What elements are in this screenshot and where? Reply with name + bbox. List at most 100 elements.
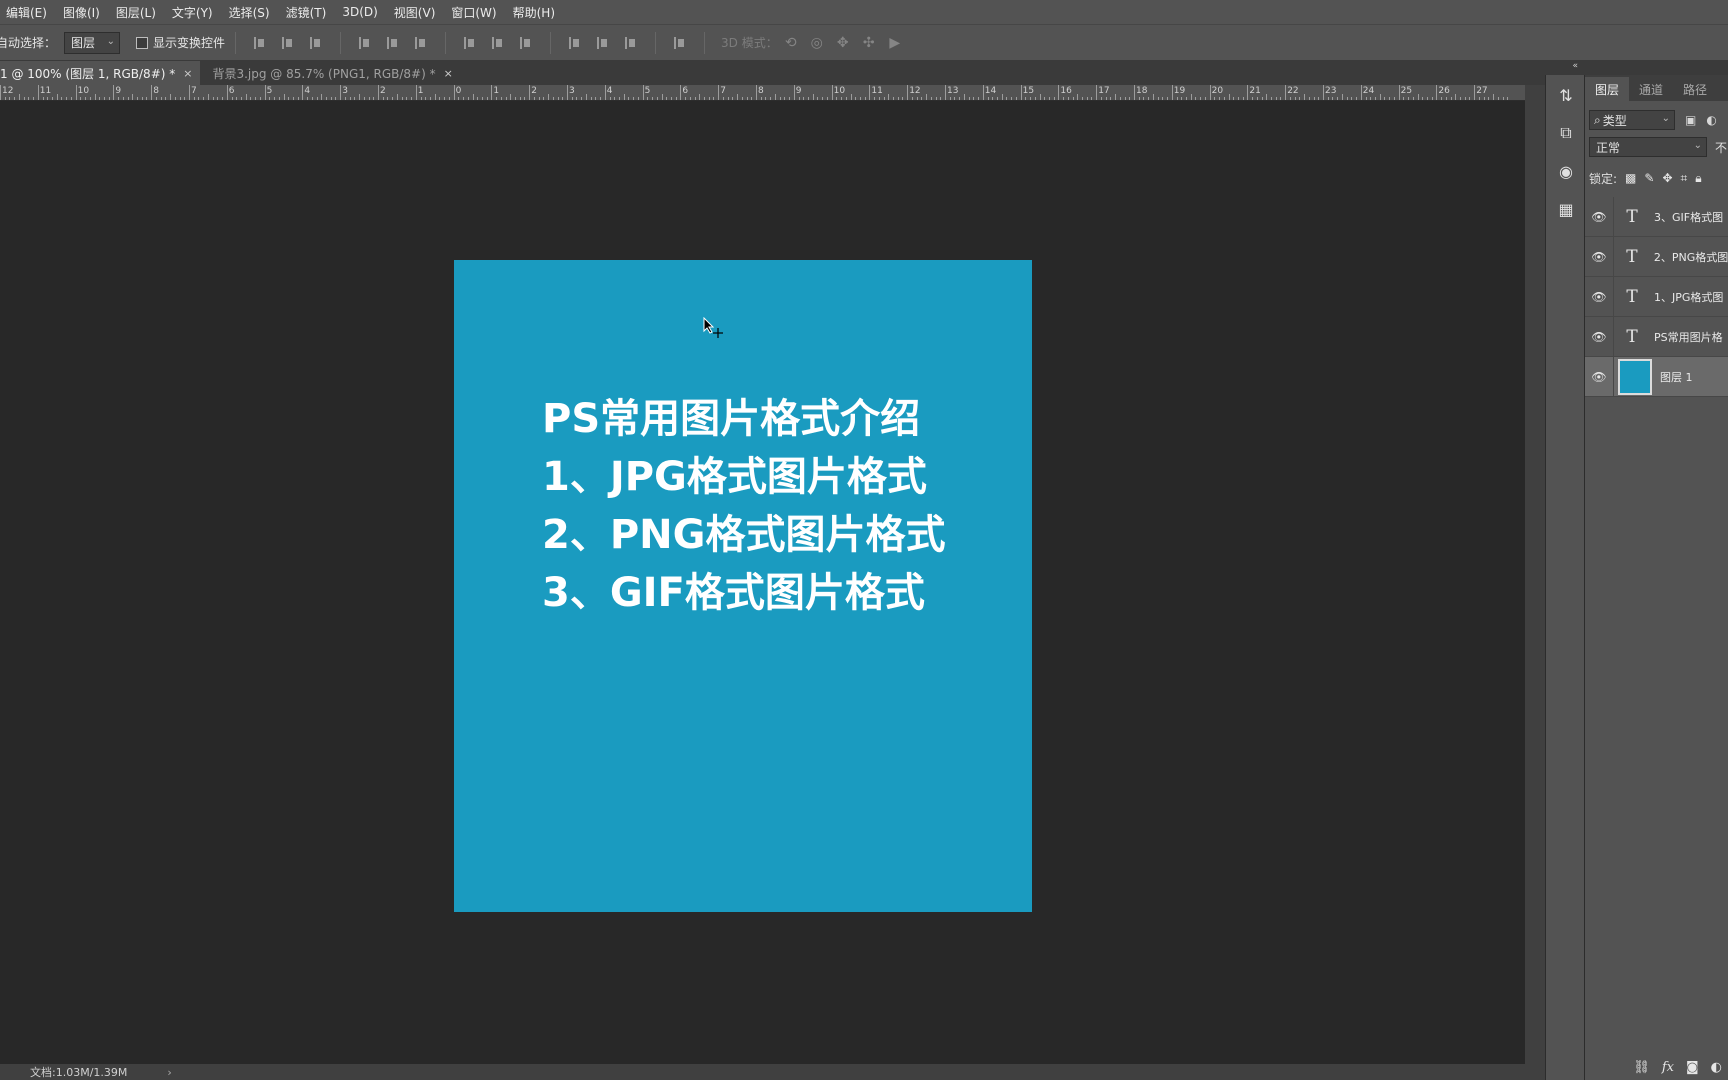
status-menu-arrow[interactable]: › — [167, 1066, 171, 1079]
distribute-right-icon[interactable] — [623, 35, 639, 51]
ruler-label: 5 — [644, 86, 651, 96]
visibility-eye-icon[interactable]: 👁︎ — [1585, 290, 1613, 304]
adjustment-layer-icon[interactable]: ◐ — [1711, 1060, 1722, 1075]
menu-image[interactable]: 图像(I) — [63, 4, 100, 21]
menu-select[interactable]: 选择(S) — [229, 4, 270, 21]
menu-3d[interactable]: 3D(D) — [342, 5, 377, 19]
ruler-tick — [576, 97, 578, 100]
lock-position-icon[interactable]: ✥ — [1662, 171, 1672, 185]
horizontal-ruler[interactable]: 12 11 10 9 8 7 6 5 4 3 2 1 0 1 2 3 4 5 6 7 8 9 10 11 12 13 14 15 16 1… — [0, 85, 1525, 101]
menu-view[interactable]: 视图(V) — [394, 4, 436, 21]
tab-paths[interactable]: 路径 — [1673, 77, 1717, 101]
layer-name[interactable]: 3、GIF格式图 — [1654, 209, 1723, 225]
visibility-eye-icon[interactable]: 👁︎ — [1585, 370, 1613, 384]
mask-icon[interactable]: ◙ — [1686, 1060, 1699, 1075]
layer-row[interactable]: 👁︎ T 2、PNG格式图 — [1585, 236, 1728, 277]
align-top-icon[interactable] — [252, 35, 268, 51]
menu-layer[interactable]: 图层(L) — [116, 4, 156, 21]
close-icon[interactable]: × — [183, 67, 192, 80]
ruler-tick — [66, 97, 68, 100]
image-filter-icon[interactable]: ▣ — [1685, 113, 1696, 127]
layer-name[interactable]: 图层 1 — [1660, 369, 1693, 385]
layer-row-selected[interactable]: 👁︎ 图层 1 — [1585, 356, 1728, 397]
ruler-tick — [982, 85, 984, 100]
layer-filter-dropdown[interactable]: ⌕ 类型 ⌄ — [1589, 110, 1675, 130]
align-hcenter-icon[interactable] — [385, 35, 401, 51]
ruler-tick — [1341, 94, 1343, 100]
close-icon[interactable]: × — [444, 67, 453, 80]
layer-name[interactable]: 1、JPG格式图 — [1654, 289, 1723, 305]
ruler-tick — [850, 94, 852, 100]
align-vcenter-icon[interactable] — [280, 35, 296, 51]
document-canvas[interactable]: PS常用图片格式介绍 1、JPG格式图片格式 2、PNG格式图片格式 3、GIF… — [454, 260, 1032, 912]
link-layers-icon[interactable]: ⛓︎ — [1633, 1060, 1650, 1075]
layer-name[interactable]: 2、PNG格式图 — [1654, 249, 1728, 265]
show-transform-checkbox[interactable] — [136, 36, 149, 49]
align-bottom-icon[interactable] — [308, 35, 324, 51]
tab-layers[interactable]: 图层 — [1585, 77, 1630, 101]
menu-type[interactable]: 文字(Y) — [172, 4, 213, 21]
ruler-tick — [907, 85, 909, 100]
blend-mode-dropdown[interactable]: 正常 ⌄ — [1589, 137, 1707, 157]
menu-edit[interactable]: 编辑(E) — [6, 4, 47, 21]
visibility-eye-icon[interactable]: 👁︎ — [1585, 250, 1613, 264]
distribute-top-icon[interactable] — [462, 35, 478, 51]
tab-document-2[interactable]: 背景3.jpg @ 85.7% (PNG1, RGB/8#) * × — [200, 61, 460, 85]
layer-row[interactable]: 👁︎ T 1、JPG格式图 — [1585, 276, 1728, 317]
distribute-bottom-icon[interactable] — [518, 35, 534, 51]
menu-help[interactable]: 帮助(H) — [513, 4, 555, 21]
ruler-tick — [1502, 97, 1504, 100]
auto-select-dropdown[interactable]: 图层 ⌄ — [64, 31, 121, 54]
collapse-arrows-icon[interactable]: « — [1572, 61, 1578, 71]
ruler-tick — [1091, 97, 1093, 100]
menu-filter[interactable]: 滤镜(T) — [286, 4, 327, 21]
ruler-tick — [1034, 97, 1036, 100]
distribute-hcenter-icon[interactable] — [595, 35, 611, 51]
vertical-scrollbar[interactable] — [1525, 85, 1545, 1064]
lock-all-icon[interactable]: 🔒︎ — [1695, 171, 1701, 186]
palette-icon[interactable]: ◉ — [1554, 159, 1578, 183]
lock-paint-icon[interactable]: ✎ — [1644, 171, 1654, 185]
ruler-tick — [255, 97, 257, 100]
swatches-grid-icon[interactable]: ▦ — [1554, 197, 1578, 221]
align-right-icon[interactable] — [413, 35, 429, 51]
ruler-tick — [1171, 85, 1173, 100]
divider — [1613, 316, 1614, 357]
ruler-tick — [817, 97, 819, 100]
fx-button[interactable]: fx — [1662, 1060, 1674, 1075]
divider — [1613, 356, 1614, 397]
ruler-tick — [1048, 97, 1050, 100]
ruler-tick — [1294, 97, 1296, 100]
tab-document-1[interactable]: 1 @ 100% (图层 1, RGB/8#) * × — [0, 61, 201, 85]
properties-icon[interactable]: ⧉ — [1554, 121, 1578, 145]
layer-row[interactable]: 👁︎ T PS常用图片格 — [1585, 316, 1728, 357]
ruler-tick — [529, 85, 531, 100]
layer-row[interactable]: 👁︎ T 3、GIF格式图 — [1585, 196, 1728, 237]
adjustment-filter-icon[interactable]: ◐ — [1706, 113, 1716, 127]
tab-channels[interactable]: 通道 — [1629, 77, 1673, 101]
ruler-tick — [552, 97, 554, 100]
show-transform-controls[interactable]: 显示变换控件 — [136, 34, 225, 51]
ruler-tick — [888, 94, 890, 100]
ruler-tick — [1152, 94, 1154, 100]
ruler-tick — [1488, 97, 1490, 100]
ruler-tick — [9, 97, 11, 100]
ruler-tick — [259, 97, 261, 100]
history-icon[interactable]: ⇅ — [1554, 83, 1578, 107]
layer-name[interactable]: PS常用图片格 — [1654, 329, 1723, 345]
ruler-tick — [656, 97, 658, 100]
document-text-block[interactable]: PS常用图片格式介绍 1、JPG格式图片格式 2、PNG格式图片格式 3、GIF… — [542, 390, 945, 622]
visibility-eye-icon[interactable]: 👁︎ — [1585, 330, 1613, 344]
lock-artboard-icon[interactable]: ⌗ — [1681, 171, 1688, 186]
ruler-tick — [56, 94, 58, 100]
distribute-left-icon[interactable] — [567, 35, 583, 51]
ruler-tick — [1020, 85, 1022, 100]
distribute-vcenter-icon[interactable] — [490, 35, 506, 51]
ruler-tick — [784, 97, 786, 100]
menu-window[interactable]: 窗口(W) — [451, 4, 496, 21]
ruler-tick — [184, 97, 186, 100]
lock-transparent-icon[interactable]: ▩ — [1625, 171, 1636, 185]
auto-align-icon[interactable] — [672, 35, 688, 51]
visibility-eye-icon[interactable]: 👁︎ — [1585, 210, 1613, 224]
align-left-icon[interactable] — [357, 35, 373, 51]
